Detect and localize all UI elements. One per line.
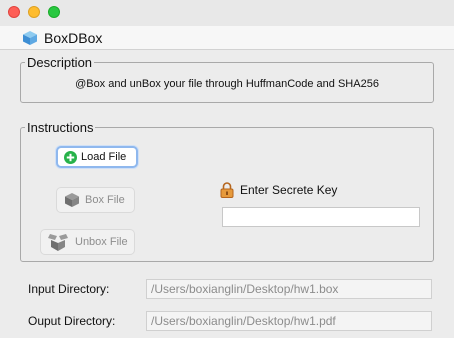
lock-icon bbox=[220, 182, 234, 198]
box-app-icon bbox=[23, 31, 37, 45]
box-file-button[interactable]: Box File bbox=[56, 187, 135, 213]
plus-circle-icon bbox=[64, 150, 77, 164]
unbox-file-button[interactable]: Unbox File bbox=[40, 229, 135, 255]
secret-key-label: Enter Secrete Key bbox=[240, 183, 338, 197]
box-file-label: Box File bbox=[85, 194, 125, 206]
box-icon bbox=[65, 193, 79, 207]
unbox-icon bbox=[48, 234, 68, 251]
window-title: BoxDBox bbox=[44, 30, 103, 46]
window-titlebar bbox=[0, 0, 454, 26]
minimize-window-button[interactable] bbox=[28, 6, 40, 18]
input-directory-label: Input Directory: bbox=[28, 282, 110, 296]
output-directory-label: Ouput Directory: bbox=[28, 314, 116, 328]
load-file-label: Load File bbox=[81, 151, 127, 163]
description-legend: Description bbox=[27, 55, 93, 70]
secret-key-input[interactable] bbox=[222, 207, 420, 227]
app-header: BoxDBox bbox=[0, 26, 454, 50]
description-text: @Box and unBox your file through Huffman… bbox=[75, 78, 379, 90]
output-directory-field[interactable]: /Users/boxianglin/Desktop/hw1.pdf bbox=[146, 311, 432, 331]
unbox-file-label: Unbox File bbox=[75, 236, 128, 248]
input-directory-field[interactable]: /Users/boxianglin/Desktop/hw1.box bbox=[146, 279, 432, 299]
maximize-window-button[interactable] bbox=[48, 6, 60, 18]
instructions-legend: Instructions bbox=[27, 120, 94, 135]
load-file-button[interactable]: Load File bbox=[56, 146, 138, 168]
close-window-button[interactable] bbox=[8, 6, 20, 18]
